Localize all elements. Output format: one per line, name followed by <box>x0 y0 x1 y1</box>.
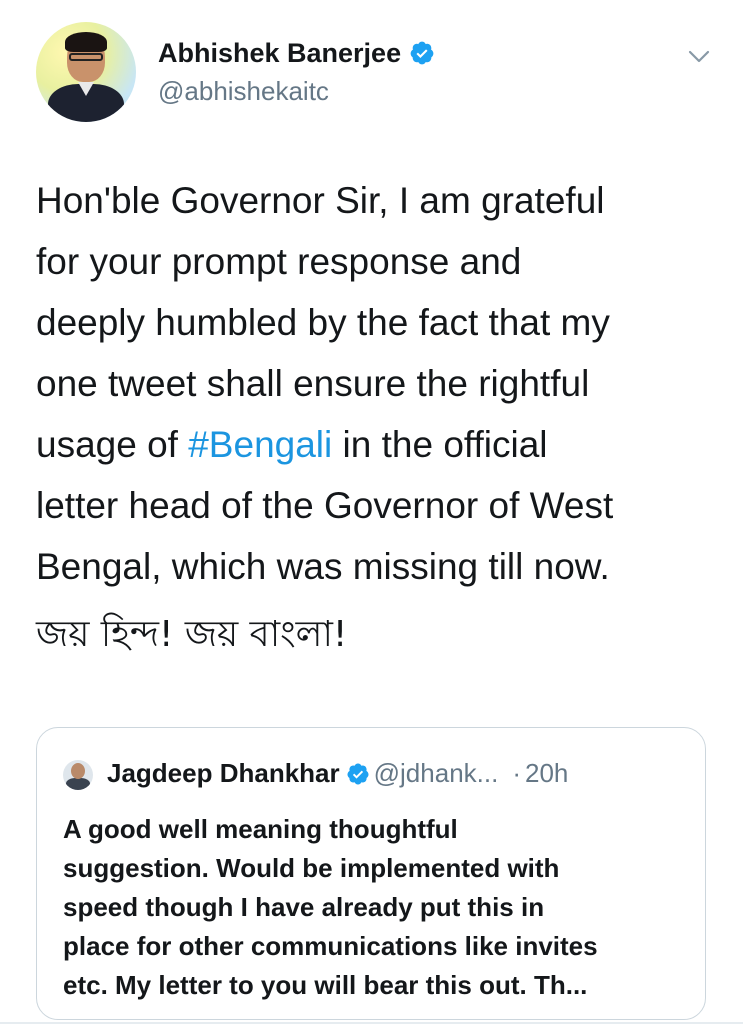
quoted-author-handle: @jdhank... <box>373 758 499 788</box>
quoted-line: etc. My letter to you will bear this out… <box>63 970 588 1000</box>
tweet-line-with-hashtag: usage of #Bengali in the official <box>36 414 716 475</box>
author-handle[interactable]: @abhishekaitc <box>158 76 329 107</box>
quoted-author-avatar <box>63 760 93 790</box>
quoted-line: place for other communications like invi… <box>63 931 598 961</box>
quoted-line: speed though I have already put this in <box>63 892 545 922</box>
quoted-tweet-card[interactable]: Jagdeep Dhankhar @jdhank... · 20h A good we… <box>36 727 706 1020</box>
author-name[interactable]: Abhishek Banerjee <box>158 38 435 73</box>
tweet-text: Hon'ble Governor Sir, I am grateful for … <box>36 170 716 597</box>
tweet-line: for your prompt response and <box>36 241 522 282</box>
author-avatar[interactable] <box>36 22 136 122</box>
hashtag-link[interactable]: #Bengali <box>188 424 332 465</box>
tweet-line: Bengal, which was missing till now. <box>36 546 610 587</box>
tweet-text-segment: usage of <box>36 424 189 465</box>
quoted-avatar-head <box>71 763 85 779</box>
author-name-text[interactable]: Abhishek Banerjee <box>158 38 401 68</box>
quoted-line: suggestion. Would be implemented with <box>63 853 560 883</box>
tweet-line: deeply humbled by the fact that my <box>36 302 610 343</box>
chevron-down-icon[interactable] <box>688 50 710 69</box>
quoted-tweet-header: Jagdeep Dhankhar @jdhank... · 20h <box>107 758 568 793</box>
tweet-line: one tweet shall ensure the rightful <box>36 363 590 404</box>
verified-badge-icon <box>346 762 370 793</box>
avatar-glasses <box>69 53 103 61</box>
avatar-hair <box>65 32 107 52</box>
tweet-line: Hon'ble Governor Sir, I am grateful <box>36 180 605 221</box>
quoted-timestamp: 20h <box>525 758 569 788</box>
quoted-line: A good well meaning thoughtful <box>63 814 458 844</box>
tweet-line: letter head of the Governor of West <box>36 485 614 526</box>
quoted-author-name: Jagdeep Dhankhar <box>107 758 340 788</box>
tweet-text-segment: in the official <box>332 424 548 465</box>
tweet-bengali-line: জয় হিন্দ! জয় বাংলা! <box>36 614 348 655</box>
separator-dot: · <box>512 758 521 788</box>
quoted-avatar-body <box>66 778 90 790</box>
quoted-tweet-text: A good well meaning thoughtful suggestio… <box>63 810 693 1005</box>
verified-badge-icon <box>409 40 435 73</box>
